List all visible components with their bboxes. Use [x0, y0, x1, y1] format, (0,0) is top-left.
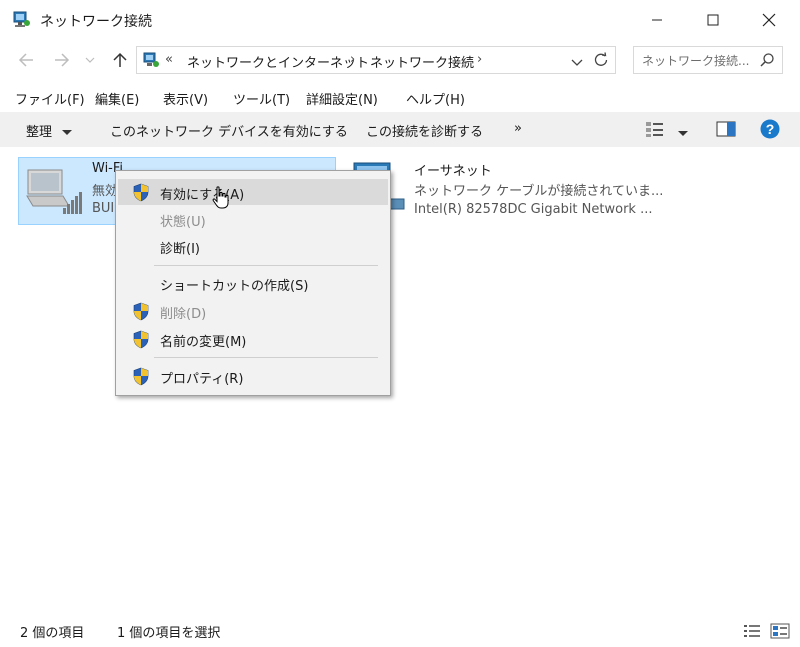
- ethernet-name: イーサネット: [414, 164, 492, 179]
- menu-item-delete[interactable]: 削除(D): [118, 298, 388, 324]
- breadcrumb-network-internet[interactable]: ネットワークとインターネット: [187, 52, 369, 71]
- enable-device-button[interactable]: このネットワーク デバイスを有効にする: [110, 121, 348, 140]
- view-options-chevron-icon[interactable]: [678, 126, 688, 141]
- organize-chevron-icon: [62, 130, 73, 135]
- menu-label: 診断(I): [160, 242, 200, 257]
- network-connections-icon: [12, 9, 32, 29]
- minimize-button[interactable]: [634, 0, 680, 40]
- breadcrumb-separator[interactable]: ›: [477, 52, 482, 67]
- forward-arrow-icon[interactable]: [50, 48, 74, 72]
- refresh-icon[interactable]: [593, 52, 609, 72]
- wifi-device: BUI: [92, 201, 115, 216]
- menu-item-rename[interactable]: 名前の変更(M): [118, 326, 388, 352]
- connection-item-ethernet[interactable]: イーサネット ネットワーク ケーブルが接続されていま... Intel(R) 8…: [348, 157, 668, 225]
- control-panel-icon: [143, 51, 161, 69]
- window-title: ネットワーク接続: [40, 14, 152, 30]
- menu-separator: [154, 265, 378, 266]
- uac-shield-icon: [133, 367, 149, 386]
- menu-bar: ファイル(F) 編集(E) 表示(V) ツール(T) 詳細設定(N) ヘルプ(H…: [0, 86, 800, 108]
- address-dropdown-chevron-icon[interactable]: [571, 56, 583, 71]
- status-bar: 2 個の項目 1 個の項目を選択: [0, 616, 800, 646]
- menu-tools[interactable]: ツール(T): [233, 89, 290, 108]
- breadcrumb-separator[interactable]: ›: [350, 52, 355, 67]
- menu-label: 削除(D): [160, 307, 207, 322]
- ethernet-status: ネットワーク ケーブルが接続されていま...: [414, 184, 664, 199]
- search-icon[interactable]: [760, 53, 774, 71]
- breadcrumb-network-connections[interactable]: ネットワーク接続: [370, 52, 474, 71]
- organize-label: 整理: [26, 125, 53, 140]
- menu-separator: [154, 357, 378, 358]
- menu-label: プロパティ(R): [160, 372, 244, 387]
- search-placeholder: ネットワーク接続...: [642, 54, 750, 68]
- breadcrumb-overflow[interactable]: «: [165, 52, 173, 67]
- help-icon[interactable]: ?: [760, 119, 780, 143]
- menu-item-properties[interactable]: プロパティ(R): [118, 363, 388, 389]
- menu-file[interactable]: ファイル(F): [15, 89, 85, 108]
- back-arrow-icon[interactable]: [14, 48, 38, 72]
- address-bar[interactable]: « ネットワークとインターネット › ネットワーク接続 ›: [136, 46, 616, 74]
- menu-item-diagnose[interactable]: 診断(I): [118, 233, 388, 259]
- large-icons-view-icon[interactable]: [770, 623, 790, 643]
- uac-shield-icon: [133, 330, 149, 349]
- uac-shield-icon: [133, 183, 149, 202]
- close-button[interactable]: [746, 0, 792, 40]
- change-view-icon[interactable]: [645, 120, 665, 142]
- preview-pane-icon[interactable]: [716, 121, 736, 141]
- maximize-button[interactable]: [690, 0, 736, 40]
- item-count: 2 個の項目: [20, 626, 85, 641]
- hand-cursor-icon: [212, 186, 230, 214]
- selection-count: 1 個の項目を選択: [117, 626, 221, 641]
- more-commands-button[interactable]: »: [514, 121, 522, 136]
- menu-edit[interactable]: 編集(E): [95, 89, 139, 108]
- details-view-icon[interactable]: [743, 623, 761, 643]
- menu-label: 名前の変更(M): [160, 335, 247, 350]
- up-arrow-icon[interactable]: [108, 48, 132, 72]
- title-bar: ネットワーク接続: [0, 0, 800, 40]
- search-input[interactable]: ネットワーク接続...: [633, 46, 783, 74]
- menu-item-enable[interactable]: 有効にする(A): [118, 179, 388, 205]
- menu-label: 状態(U): [160, 215, 206, 230]
- organize-button[interactable]: 整理: [26, 121, 73, 140]
- svg-text:?: ?: [766, 121, 775, 137]
- menu-help[interactable]: ヘルプ(H): [406, 89, 465, 108]
- wifi-adapter-icon: [25, 162, 85, 222]
- menu-item-status[interactable]: 状態(U): [118, 206, 388, 232]
- menu-view[interactable]: 表示(V): [163, 89, 208, 108]
- diagnose-connection-button[interactable]: この接続を診断する: [366, 121, 483, 140]
- command-bar: 整理 このネットワーク デバイスを有効にする この接続を診断する » ?: [0, 112, 800, 147]
- uac-shield-icon: [133, 302, 149, 321]
- menu-label: 有効にする(A): [160, 188, 245, 203]
- ethernet-device: Intel(R) 82578DC Gigabit Network ...: [414, 202, 653, 217]
- context-menu: 有効にする(A) 状態(U) 診断(I) ショートカットの作成(S) 削除(D)…: [115, 170, 391, 396]
- menu-label: ショートカットの作成(S): [160, 279, 309, 294]
- menu-advanced[interactable]: 詳細設定(N): [306, 89, 378, 108]
- recent-locations-chevron-icon[interactable]: [82, 48, 98, 72]
- menu-item-create-shortcut[interactable]: ショートカットの作成(S): [118, 270, 388, 296]
